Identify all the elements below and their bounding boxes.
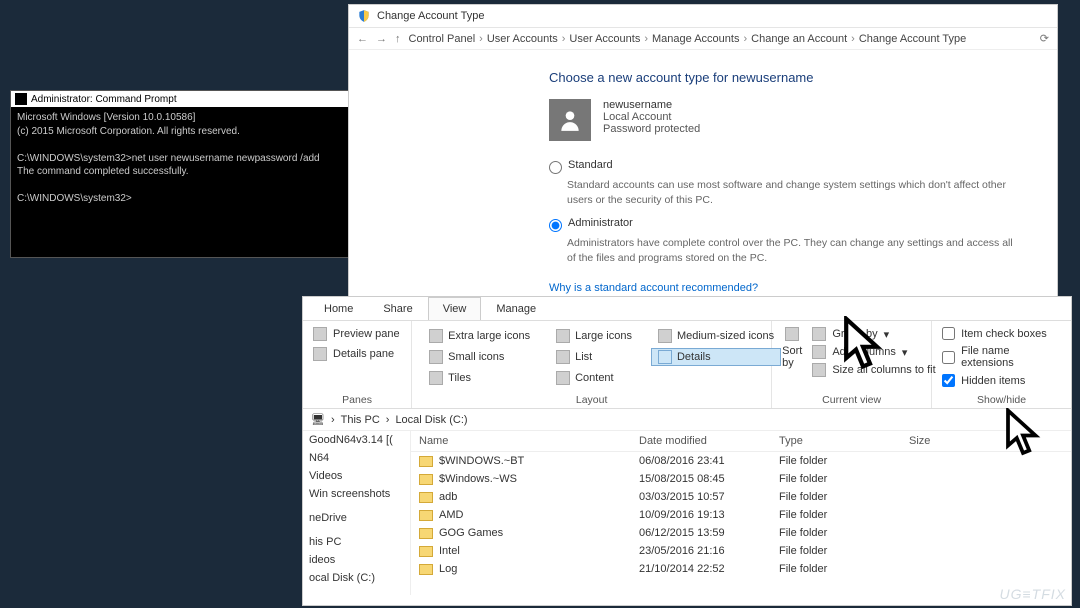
file-explorer-window: Home Share View Manage Preview pane Deta… <box>302 296 1072 606</box>
account-sub1: Local Account <box>603 111 700 123</box>
preview-pane-button[interactable]: Preview pane <box>313 327 401 341</box>
forward-button[interactable]: → <box>376 33 387 45</box>
acct-heading: Choose a new account type for newusernam… <box>549 70 1017 85</box>
size-columns-button[interactable]: Size all columns to fit <box>812 363 935 377</box>
layout-medium[interactable]: Medium-sized icons <box>651 327 781 345</box>
table-row[interactable]: GOG Games06/12/2015 13:59File folder <box>411 524 1071 542</box>
folder-icon <box>419 564 433 575</box>
tab-share[interactable]: Share <box>368 297 427 320</box>
label-administrator: Administrator <box>568 217 633 229</box>
tab-home[interactable]: Home <box>309 297 368 320</box>
folder-icon <box>419 474 433 485</box>
cmd-icon <box>15 93 27 105</box>
pc-icon: 🖥 <box>311 413 325 426</box>
folder-icon <box>419 456 433 467</box>
group-by-button[interactable]: Group by▾ <box>812 327 935 341</box>
acct-title-text: Change Account Type <box>377 10 484 22</box>
avatar <box>549 99 591 141</box>
checkbox-file-extensions[interactable]: File name extensions <box>942 345 1061 369</box>
cmd-title-text: Administrator: Command Prompt <box>31 94 177 105</box>
layout-list[interactable]: List <box>549 348 639 366</box>
table-row[interactable]: adb03/03/2015 10:57File folder <box>411 488 1071 506</box>
checkbox-item-checkboxes[interactable]: Item check boxes <box>942 327 1061 340</box>
radio-administrator[interactable] <box>549 219 562 232</box>
folder-icon <box>419 546 433 557</box>
desc-administrator: Administrators have complete control ove… <box>567 236 1017 265</box>
table-row[interactable]: $Windows.~WS15/08/2015 08:45File folder <box>411 470 1071 488</box>
table-row[interactable]: Intel23/05/2016 21:16File folder <box>411 542 1071 560</box>
table-row[interactable]: Log21/10/2014 22:52File folder <box>411 560 1071 578</box>
layout-details[interactable]: Details <box>651 348 781 366</box>
account-sub2: Password protected <box>603 123 700 135</box>
command-prompt-window: Administrator: Command Prompt Microsoft … <box>10 90 355 258</box>
add-columns-button[interactable]: Add columns▾ <box>812 345 935 359</box>
acct-body: Choose a new account type for newusernam… <box>349 50 1057 304</box>
file-list[interactable]: Name Date modified Type Size $WINDOWS.~B… <box>411 431 1071 595</box>
up-button[interactable]: ↑ <box>395 33 401 45</box>
shield-icon <box>357 9 371 23</box>
tab-view[interactable]: View <box>428 297 482 320</box>
ribbon-tabs: Home Share View Manage <box>303 297 1071 321</box>
layout-large[interactable]: Large icons <box>549 327 639 345</box>
cmd-title-bar[interactable]: Administrator: Command Prompt <box>11 91 354 107</box>
layout-extra-large[interactable]: Extra large icons <box>422 327 537 345</box>
checkbox-hidden-items[interactable]: Hidden items <box>942 374 1061 387</box>
folder-icon <box>419 510 433 521</box>
sort-by-icon <box>785 327 799 341</box>
side-panel[interactable]: GoodN64v3.14 [( N64 Videos Win screensho… <box>303 431 411 595</box>
radio-standard[interactable] <box>549 161 562 174</box>
layout-tiles[interactable]: Tiles <box>422 369 537 387</box>
acct-title-bar[interactable]: Change Account Type <box>349 5 1057 28</box>
label-standard: Standard <box>568 159 613 171</box>
folder-icon <box>419 492 433 503</box>
refresh-button[interactable]: ⟳ <box>1040 32 1049 45</box>
cmd-body[interactable]: Microsoft Windows [Version 10.0.10586] (… <box>11 107 354 257</box>
acct-address-bar: ← → ↑ Control Panel› User Accounts› User… <box>349 28 1057 50</box>
sort-by-button[interactable]: Sort by <box>782 345 802 369</box>
layout-small[interactable]: Small icons <box>422 348 537 366</box>
ribbon: Preview pane Details pane Panes Extra la… <box>303 321 1071 409</box>
file-list-header[interactable]: Name Date modified Type Size <box>411 431 1071 452</box>
recommended-link[interactable]: Why is a standard account recommended? <box>549 282 758 294</box>
user-block: newusername Local Account Password prote… <box>549 99 1017 141</box>
table-row[interactable]: $WINDOWS.~BT06/08/2016 23:41File folder <box>411 452 1071 470</box>
back-button[interactable]: ← <box>357 33 368 45</box>
details-pane-button[interactable]: Details pane <box>313 347 401 361</box>
username: newusername <box>603 99 700 111</box>
watermark: UG≡TFIX <box>999 586 1066 602</box>
tab-manage[interactable]: Manage <box>481 297 551 320</box>
breadcrumb[interactable]: Control Panel› User Accounts› User Accou… <box>409 33 1032 45</box>
folder-icon <box>419 528 433 539</box>
change-account-type-window: Change Account Type ← → ↑ Control Panel›… <box>348 4 1058 334</box>
table-row[interactable]: AMD10/09/2016 19:13File folder <box>411 506 1071 524</box>
desc-standard: Standard accounts can use most software … <box>567 178 1017 207</box>
explorer-address-bar[interactable]: 🖥 › This PC › Local Disk (C:) <box>303 409 1071 431</box>
layout-content[interactable]: Content <box>549 369 639 387</box>
